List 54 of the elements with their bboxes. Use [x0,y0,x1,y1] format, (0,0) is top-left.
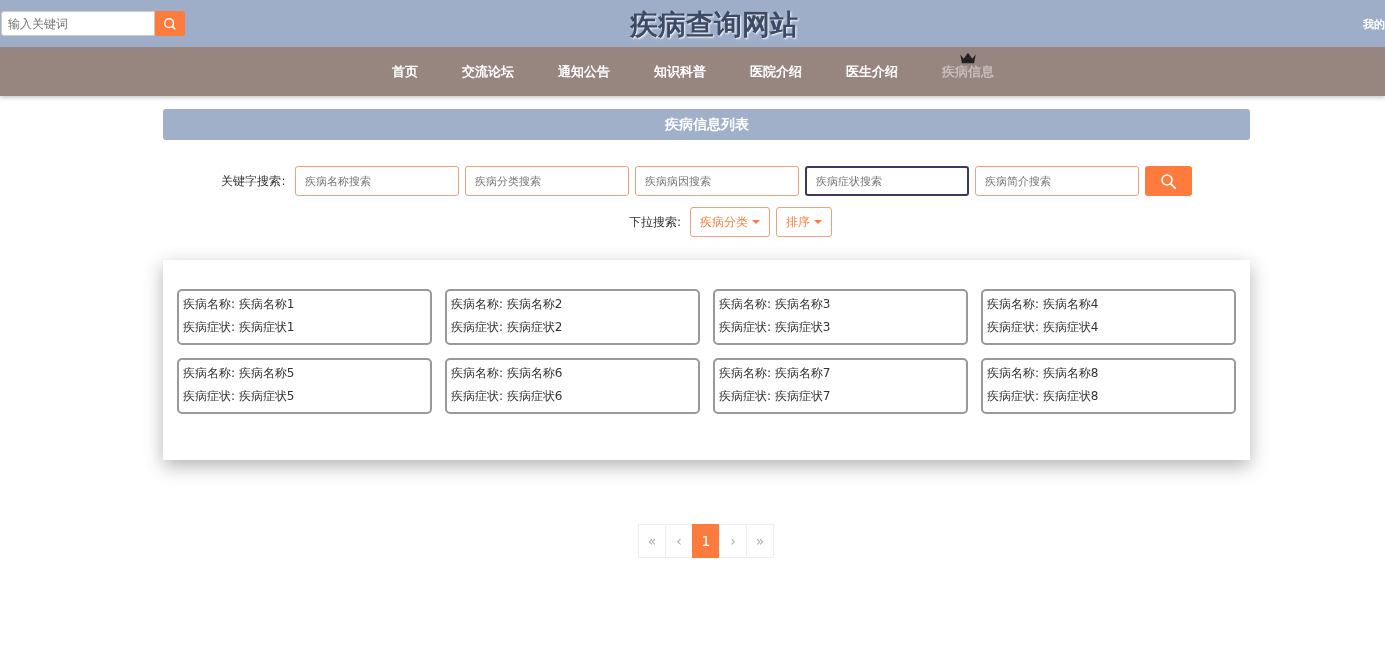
caret-icon [814,220,822,224]
pagination-button[interactable]: » [746,524,774,558]
card-text: 疾病症状: 疾病症状1 [183,319,296,336]
search-button[interactable] [155,11,185,36]
card-text: 疾病症状: 疾病症状7 [719,388,832,405]
nav-tab[interactable]: 交流论坛 [439,47,536,96]
site-title: 疾病查询网站 [630,7,798,43]
card-text: 疾病名称: 疾病名称2 [451,296,564,313]
card-text: 疾病名称: 疾病名称7 [719,365,832,382]
card-text: 疾病症状: 疾病症状2 [451,319,564,336]
search-button[interactable] [1144,166,1192,196]
dropdown-button[interactable]: 排序 [776,207,832,237]
card-text: 疾病名称: 疾病名称6 [451,365,564,382]
nav-tab[interactable]: 医生介绍 [823,47,920,96]
nav-tab[interactable]: 首页 [369,47,440,96]
card-text: 疾病名称: 疾病名称3 [719,296,832,313]
pagination-button[interactable]: › [719,524,747,558]
user-link[interactable]: 我的 [1363,17,1385,32]
card-text: 疾病症状: 疾病症状5 [183,388,296,405]
search-icon [1160,173,1176,189]
disease-card[interactable]: 疾病名称: 疾病名称1 疾病症状: 疾病症状1 [177,289,432,345]
dropdown-label: 下拉搜索: [628,213,681,231]
card-text: 疾病名称: 疾病名称5 [183,365,296,382]
crown-icon [958,52,977,64]
pagination-button[interactable]: 1 [692,524,720,558]
search-label: 关键字搜索: [221,172,286,190]
card-text: 疾病症状: 疾病症状4 [987,319,1100,336]
disease-card[interactable]: 疾病名称: 疾病名称6 疾病症状: 疾病症状6 [445,358,700,414]
caret-icon [752,220,760,224]
search-icon [163,16,177,31]
nav-tab[interactable]: 通知公告 [535,47,632,96]
nav-tab[interactable]: 医院介绍 [727,47,824,96]
search-field[interactable]: 疾病症状搜索 [804,166,969,196]
disease-card[interactable]: 疾病名称: 疾病名称4 疾病症状: 疾病症状4 [981,289,1236,345]
disease-card[interactable]: 疾病名称: 疾病名称2 疾病症状: 疾病症状2 [445,289,700,345]
search-field[interactable]: 疾病分类搜索 [464,166,629,196]
nav-tab[interactable]: 知识科普 [631,47,728,96]
section-header: 疾病信息列表 [163,109,1250,140]
dropdown-button[interactable]: 疾病分类 [690,207,770,237]
card-text: 疾病症状: 疾病症状3 [719,319,832,336]
card-text: 疾病症状: 疾病症状6 [451,388,564,405]
disease-card[interactable]: 疾病名称: 疾病名称5 疾病症状: 疾病症状5 [177,358,432,414]
nav-tab[interactable]: 疾病信息 [919,47,1016,96]
search-field[interactable]: 疾病名称搜索 [294,166,459,196]
card-text: 疾病名称: 疾病名称4 [987,296,1100,313]
disease-card[interactable]: 疾病名称: 疾病名称7 疾病症状: 疾病症状7 [713,358,968,414]
card-text: 疾病症状: 疾病症状8 [987,388,1100,405]
search-field[interactable]: 疾病简介搜索 [974,166,1139,196]
disease-card[interactable]: 疾病名称: 疾病名称8 疾病症状: 疾病症状8 [981,358,1236,414]
pagination-button[interactable]: « [638,524,666,558]
card-text: 疾病名称: 疾病名称1 [183,296,296,313]
disease-card[interactable]: 疾病名称: 疾病名称3 疾病症状: 疾病症状3 [713,289,968,345]
search-field[interactable]: 疾病病因搜索 [634,166,799,196]
card-text: 疾病名称: 疾病名称8 [987,365,1100,382]
